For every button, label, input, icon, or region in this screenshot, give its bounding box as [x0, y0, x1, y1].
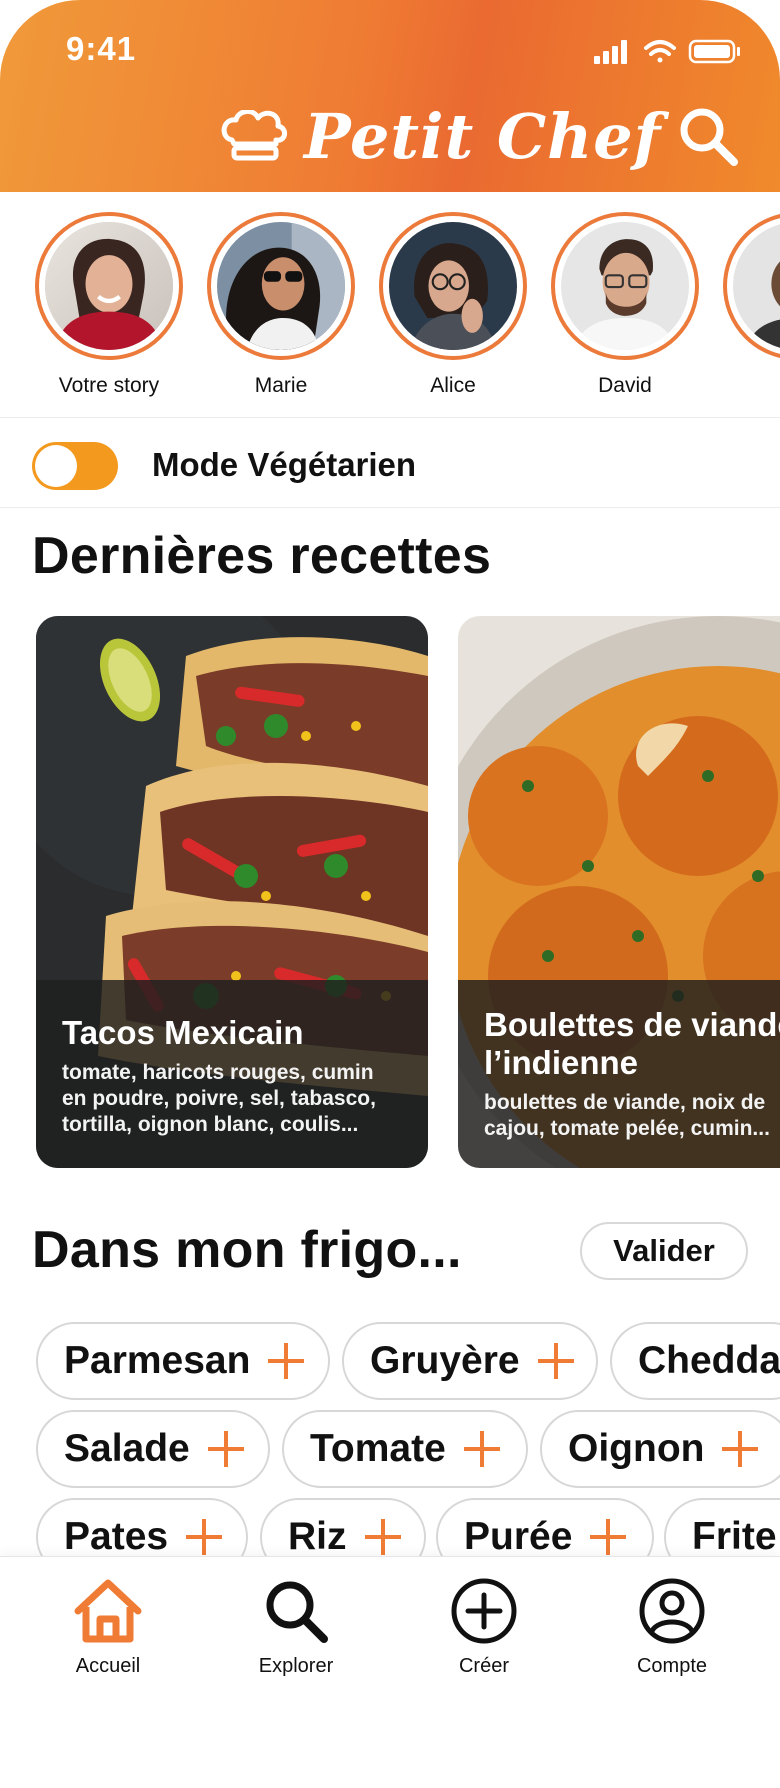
plus-icon: [463, 1431, 500, 1467]
ingredient-label: Tomate: [310, 1427, 446, 1470]
app-name: Petit Chef: [304, 99, 662, 173]
toggle-knob: [35, 445, 77, 487]
stories-strip: Votre story Marie Alice David: [0, 192, 780, 418]
validate-button[interactable]: Valider: [580, 1222, 748, 1280]
ingredient-label: Chedda: [638, 1339, 780, 1382]
avatar: [733, 222, 780, 350]
latest-recipes-title: Dernières recettes: [32, 527, 492, 585]
ingredient-chip[interactable]: Chedda: [610, 1322, 780, 1400]
vegetarian-mode-row: Mode Végétarien: [0, 420, 780, 508]
story-marie[interactable]: Marie: [206, 212, 356, 398]
ingredient-label: Gruyère: [370, 1339, 520, 1382]
story-alice[interactable]: Alice: [378, 212, 528, 398]
plus-icon: [364, 1519, 401, 1555]
tab-label: Accueil: [75, 1655, 141, 1677]
story-partial[interactable]: F: [722, 212, 780, 398]
story-ring: [379, 212, 527, 360]
plus-icon: [186, 1519, 223, 1555]
tab-label: Compte: [636, 1655, 708, 1677]
story-name: Marie: [254, 374, 308, 397]
status-icons: [594, 39, 740, 64]
recipe-title: Boulettes de viande à l’indienne: [484, 1006, 780, 1081]
ingredient-label: Purée: [464, 1515, 573, 1558]
avatar: [217, 222, 345, 350]
account-icon: [639, 1578, 705, 1644]
story-name: Alice: [430, 374, 476, 397]
recipe-card-overlay: Boulettes de viande à l’indienne boulett…: [458, 980, 780, 1168]
tab-accueil[interactable]: Accueil: [38, 1573, 178, 1678]
ingredient-label: Salade: [64, 1427, 190, 1470]
app-logo: Petit Chef: [220, 96, 661, 176]
ingredient-chip[interactable]: Salade: [36, 1410, 270, 1488]
ingredient-label: Parmesan: [64, 1339, 251, 1382]
story-own[interactable]: Votre story: [34, 212, 184, 398]
ingredient-label: Pates: [64, 1515, 169, 1558]
tab-creer[interactable]: Créer: [414, 1573, 554, 1678]
story-ring: [551, 212, 699, 360]
recipe-ingredients: boulettes de viande, noix de cajou, toma…: [484, 1091, 770, 1140]
avatar: [561, 222, 689, 350]
fridge-title: Dans mon frigo...: [32, 1221, 462, 1279]
battery-icon: [688, 39, 740, 64]
add-circle-icon: [451, 1578, 517, 1644]
ingredient-label: Riz: [288, 1515, 347, 1558]
status-time: 9:41: [66, 30, 137, 67]
recipe-card[interactable]: Tacos Mexicain tomate, haricots rouges, …: [36, 616, 428, 1168]
ingredient-label: Oignon: [568, 1427, 705, 1470]
story-ring: [723, 212, 780, 360]
avatar: [389, 222, 517, 350]
app-screen: 9:41 Petit Chef Votre story Marie Alice …: [0, 0, 780, 1788]
plus-icon: [268, 1343, 305, 1379]
story-david[interactable]: David: [550, 212, 700, 398]
story-name: David: [598, 374, 652, 397]
plus-icon: [590, 1519, 627, 1555]
bottom-tab-bar: Accueil Explorer Créer Compte: [0, 1556, 780, 1788]
avatar: [45, 222, 173, 350]
story-name: F: [722, 374, 780, 398]
ingredient-chip[interactable]: Tomate: [282, 1410, 528, 1488]
ingredient-chip[interactable]: Gruyère: [342, 1322, 598, 1400]
recipe-card[interactable]: Boulettes de viande à l’indienne boulett…: [458, 616, 780, 1168]
wifi-icon: [644, 40, 676, 63]
plus-icon: [722, 1431, 759, 1467]
recipe-card-overlay: Tacos Mexicain tomate, haricots rouges, …: [36, 980, 428, 1168]
recipe-ingredients: tomate, haricots rouges, cumin en poudre…: [62, 1061, 376, 1136]
recipe-title: Tacos Mexicain: [62, 1014, 304, 1051]
ingredient-chip[interactable]: Oignon: [540, 1410, 780, 1488]
ingredient-chip[interactable]: Parmesan: [36, 1322, 330, 1400]
search-icon[interactable]: [676, 104, 740, 168]
app-header: 9:41 Petit Chef: [0, 0, 780, 192]
plus-icon: [207, 1431, 244, 1467]
vegetarian-toggle[interactable]: [32, 442, 118, 490]
chef-hat-icon: [221, 110, 287, 161]
plus-icon: [537, 1343, 574, 1379]
vegetarian-toggle-label: Mode Végétarien: [152, 446, 417, 483]
tab-compte[interactable]: Compte: [602, 1573, 742, 1678]
story-ring: [207, 212, 355, 360]
tab-explorer[interactable]: Explorer: [226, 1573, 366, 1678]
ingredient-label: Frite: [692, 1515, 777, 1558]
story-ring: [35, 212, 183, 360]
search-icon: [266, 1581, 328, 1643]
tab-label: Créer: [458, 1655, 509, 1677]
tab-label: Explorer: [258, 1655, 334, 1677]
signal-icon: [594, 40, 627, 64]
home-icon: [74, 1579, 142, 1643]
story-name: Votre story: [58, 374, 160, 397]
